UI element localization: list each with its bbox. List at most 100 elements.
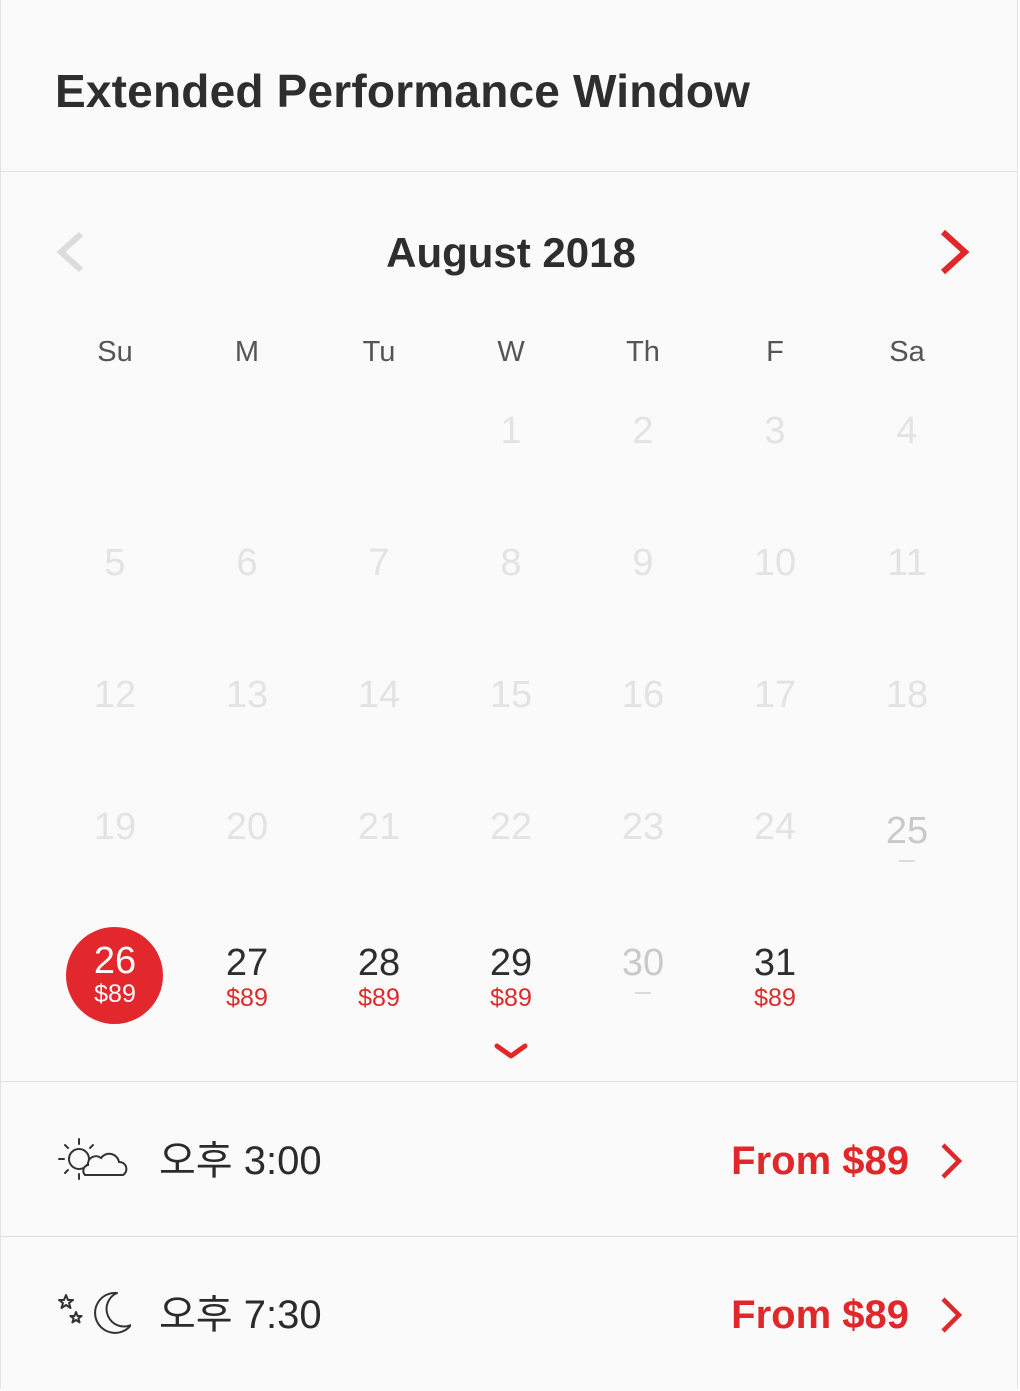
- calendar-day-disabled: 20: [181, 790, 313, 922]
- showtime-time: 오후 3:00: [159, 1139, 322, 1183]
- page-title: Extended Performance Window: [55, 65, 751, 117]
- calendar-day-disabled: 12: [49, 658, 181, 790]
- month-label: August 2018: [386, 229, 636, 276]
- calendar-week: 5 6 7 8 9 10 11: [49, 526, 973, 658]
- panel-header: Extended Performance Window: [1, 0, 1017, 172]
- calendar-day-disabled: 17: [709, 658, 841, 790]
- calendar-day-disabled: 16: [577, 658, 709, 790]
- calendar-day-disabled: 8: [445, 526, 577, 658]
- calendar-day-disabled: 24: [709, 790, 841, 922]
- chevron-down-icon[interactable]: [491, 1040, 531, 1064]
- calendar-day-empty: [181, 394, 313, 526]
- chevron-right-icon: [937, 1295, 965, 1335]
- day-number: 25: [885, 810, 929, 852]
- showtime-row[interactable]: 오후 3:00 From $89: [1, 1083, 1017, 1237]
- day-number: 22: [489, 806, 533, 848]
- day-number: 2: [632, 410, 654, 452]
- day-number: 20: [225, 806, 269, 848]
- day-number: 14: [357, 674, 401, 716]
- day-number: 10: [753, 542, 797, 584]
- day-number: 5: [104, 542, 126, 584]
- calendar-day-disabled: 13: [181, 658, 313, 790]
- sun-cloud-icon: [55, 1133, 131, 1189]
- weekday-label: Th: [626, 336, 660, 368]
- showtime-time: 오후 7:30: [159, 1293, 322, 1337]
- calendar-day-empty: [841, 922, 973, 1054]
- day-number: 24: [753, 806, 797, 848]
- calendar-day-disabled: 3: [709, 394, 841, 526]
- weekday-header: Su M Tu W Th F Sa: [49, 330, 973, 374]
- calendar: August 2018 Su M Tu W Th F Sa 1234567891…: [1, 172, 1017, 1082]
- day-number: 27: [225, 942, 269, 984]
- day-number: 9: [632, 542, 654, 584]
- day-price: $89: [490, 984, 532, 1012]
- calendar-day[interactable]: 31 $89: [709, 922, 841, 1054]
- showtime-row[interactable]: 오후 7:30 From $89: [1, 1237, 1017, 1391]
- weekday-label: Su: [97, 336, 133, 368]
- day-price: $89: [358, 984, 400, 1012]
- calendar-week: 19 20 21 22 23 24 25: [49, 790, 973, 922]
- calendar-day-disabled: 19: [49, 790, 181, 922]
- calendar-day[interactable]: 28 $89: [313, 922, 445, 1054]
- no-price-dash: [635, 992, 651, 994]
- calendar-day-disabled: 5: [49, 526, 181, 658]
- day-number: 21: [357, 806, 401, 848]
- day-number: 15: [489, 674, 533, 716]
- calendar-day-disabled: 14: [313, 658, 445, 790]
- calendar-grid: 1 2 3 4 5 6 7 8 9 10 11 12 13 14 15 16 17 18 19 20 21 22 23 24 2…: [49, 394, 973, 1054]
- calendar-day-selected[interactable]: 26 $89: [49, 922, 181, 1054]
- no-price-dash: [899, 860, 915, 862]
- calendar-day-disabled: 2: [577, 394, 709, 526]
- weekday-label: Tu: [362, 336, 396, 368]
- day-price: $89: [754, 984, 796, 1012]
- calendar-day-unavailable: 30: [577, 922, 709, 1054]
- calendar-day-disabled: 21: [313, 790, 445, 922]
- calendar-day[interactable]: 27 $89: [181, 922, 313, 1054]
- calendar-week: 12 13 14 15 16 17 18: [49, 658, 973, 790]
- calendar-day-disabled: 1: [445, 394, 577, 526]
- calendar-day-disabled: 11: [841, 526, 973, 658]
- day-number: 23: [621, 806, 665, 848]
- showtime-price: From $89: [731, 1139, 909, 1183]
- weekday-label: Sa: [889, 336, 925, 368]
- chevron-right-icon: [937, 1141, 965, 1181]
- chevron-right-icon[interactable]: [929, 224, 977, 280]
- calendar-day-empty: [49, 394, 181, 526]
- day-number: 1: [500, 410, 522, 452]
- calendar-day-unavailable: 25: [841, 790, 973, 922]
- day-number: 4: [896, 410, 918, 452]
- day-number: 13: [225, 674, 269, 716]
- day-number: 31: [753, 942, 797, 984]
- day-price: $89: [226, 984, 268, 1012]
- day-number: 11: [887, 542, 927, 584]
- calendar-day-disabled: 23: [577, 790, 709, 922]
- weekday-label: M: [234, 336, 260, 368]
- booking-panel: Extended Performance Window August 2018 …: [0, 0, 1018, 1391]
- day-number: 28: [357, 942, 401, 984]
- calendar-week: 1 2 3 4: [49, 394, 973, 526]
- day-number: 29: [489, 942, 533, 984]
- day-number: 30: [621, 942, 665, 984]
- day-number: 18: [885, 674, 929, 716]
- day-number: 19: [93, 806, 137, 848]
- day-number: 16: [621, 674, 665, 716]
- calendar-day-disabled: 9: [577, 526, 709, 658]
- calendar-day-disabled: 6: [181, 526, 313, 658]
- weekday-label: F: [766, 336, 784, 368]
- calendar-day-disabled: 10: [709, 526, 841, 658]
- calendar-week: 26 $89 27 $89 28 $89 29 $89 30 31 $89: [49, 922, 973, 1054]
- day-number: 3: [764, 410, 786, 452]
- calendar-day-disabled: 7: [313, 526, 445, 658]
- day-price: $89: [94, 980, 136, 1008]
- weekday-label: W: [497, 336, 525, 368]
- calendar-day-disabled: 22: [445, 790, 577, 922]
- day-number: 6: [236, 542, 258, 584]
- calendar-day-disabled: 18: [841, 658, 973, 790]
- calendar-day[interactable]: 29 $89: [445, 922, 577, 1054]
- day-number: 8: [500, 542, 522, 584]
- showtime-price: From $89: [731, 1293, 909, 1337]
- calendar-day-empty: [313, 394, 445, 526]
- moon-stars-icon: [55, 1287, 132, 1343]
- day-number: 12: [93, 674, 137, 716]
- calendar-day-disabled: 4: [841, 394, 973, 526]
